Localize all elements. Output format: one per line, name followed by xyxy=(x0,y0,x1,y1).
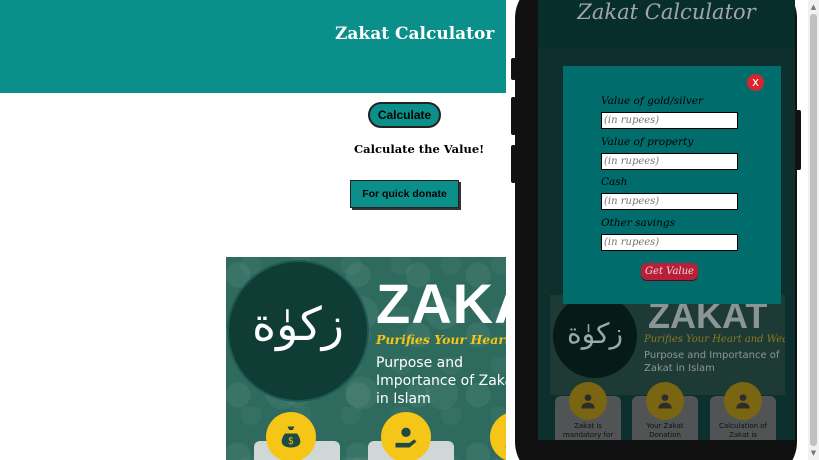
calculate-text: Calculate the Value! xyxy=(354,142,485,156)
other-savings-label: Other savings xyxy=(601,217,675,229)
phone-zakat-emblem: زکوٰة xyxy=(556,297,634,375)
phone-card-text: Your Zakat Donation xyxy=(646,422,684,439)
zakat-emblem: زکوٰة xyxy=(234,267,362,395)
phone-zakat-banner: زکوٰة ZAKAT Purifies Your Heart and Weal… xyxy=(550,295,785,395)
phone-info-card[interactable]: Your Zakat Donation xyxy=(632,382,698,440)
calculator-modal: x Value of gold/silver Value of property… xyxy=(563,66,781,304)
banner-tagline: Purifies Your Heart and Wealth xyxy=(376,332,506,347)
calculate-button[interactable]: Calculate xyxy=(368,102,441,128)
scroll-down-arrow-icon[interactable]: ▼ xyxy=(808,448,819,458)
phone-emblem-calligraphy: زکوٰة xyxy=(567,317,623,350)
vertical-scrollbar[interactable]: ▲ ▼ xyxy=(808,0,819,460)
gold-silver-input[interactable] xyxy=(601,112,738,129)
user-icon xyxy=(724,382,762,420)
phone-banner-subtitle: Purpose and Importance of Zakat in Islam xyxy=(644,350,780,374)
other-savings-input[interactable] xyxy=(601,234,738,251)
scroll-up-arrow-icon[interactable]: ▲ xyxy=(808,2,819,12)
money-bag-icon: $ xyxy=(266,412,316,460)
cash-label: Cash xyxy=(601,176,628,188)
page-title: Zakat Calculator xyxy=(335,24,495,44)
property-input[interactable] xyxy=(601,153,738,170)
hero-header: Zakat Calculator xyxy=(0,0,506,93)
banner-headline: ZAKAT xyxy=(376,272,506,335)
property-label: Value of property xyxy=(601,136,694,148)
cash-input[interactable] xyxy=(601,193,738,210)
phone-side-button xyxy=(511,97,516,135)
get-value-button[interactable]: Get Value xyxy=(641,263,698,280)
svg-text:$: $ xyxy=(288,436,294,447)
phone-frame: Zakat Calculator زکوٰة ZAKAT Purifies Yo… xyxy=(511,0,801,460)
emblem-calligraphy: زکوٰة xyxy=(252,297,344,351)
phone-screen: Zakat Calculator زکوٰة ZAKAT Purifies Yo… xyxy=(538,0,795,440)
zakat-banner: زکوٰة ZAKAT Purifies Your Heart and Weal… xyxy=(226,257,506,460)
phone-info-card[interactable]: Calculation of Zakat is xyxy=(710,382,776,440)
scroll-thumb[interactable] xyxy=(810,14,817,446)
phone-power-button xyxy=(796,110,801,170)
phone-header: Zakat Calculator xyxy=(538,0,795,48)
user-icon xyxy=(646,382,684,420)
banner-subtitle: Purpose and Importance of Zakat in Islam xyxy=(376,355,506,407)
phone-title: Zakat Calculator xyxy=(577,0,756,24)
phone-card-text: Zakat is mandatory for xyxy=(562,422,614,439)
phone-banner-tagline: Purifies Your Heart and Wealth xyxy=(644,334,785,345)
phone-card-text: Calculation of Zakat is xyxy=(718,422,768,439)
close-icon[interactable]: x xyxy=(747,74,764,91)
user-icon xyxy=(490,412,506,460)
phone-info-card[interactable]: Zakat is mandatory for xyxy=(555,382,621,440)
phone-side-button xyxy=(511,145,516,183)
gold-silver-label: Value of gold/silver xyxy=(601,95,704,107)
user-icon xyxy=(569,382,607,420)
phone-side-button xyxy=(511,58,516,80)
desktop-page: Zakat Calculator Calculate Calculate the… xyxy=(0,0,506,460)
mobile-preview: Zakat Calculator زکوٰة ZAKAT Purifies Yo… xyxy=(506,0,819,460)
quick-donate-button[interactable]: For quick donate xyxy=(350,180,459,208)
coin-hand-icon xyxy=(381,412,431,460)
